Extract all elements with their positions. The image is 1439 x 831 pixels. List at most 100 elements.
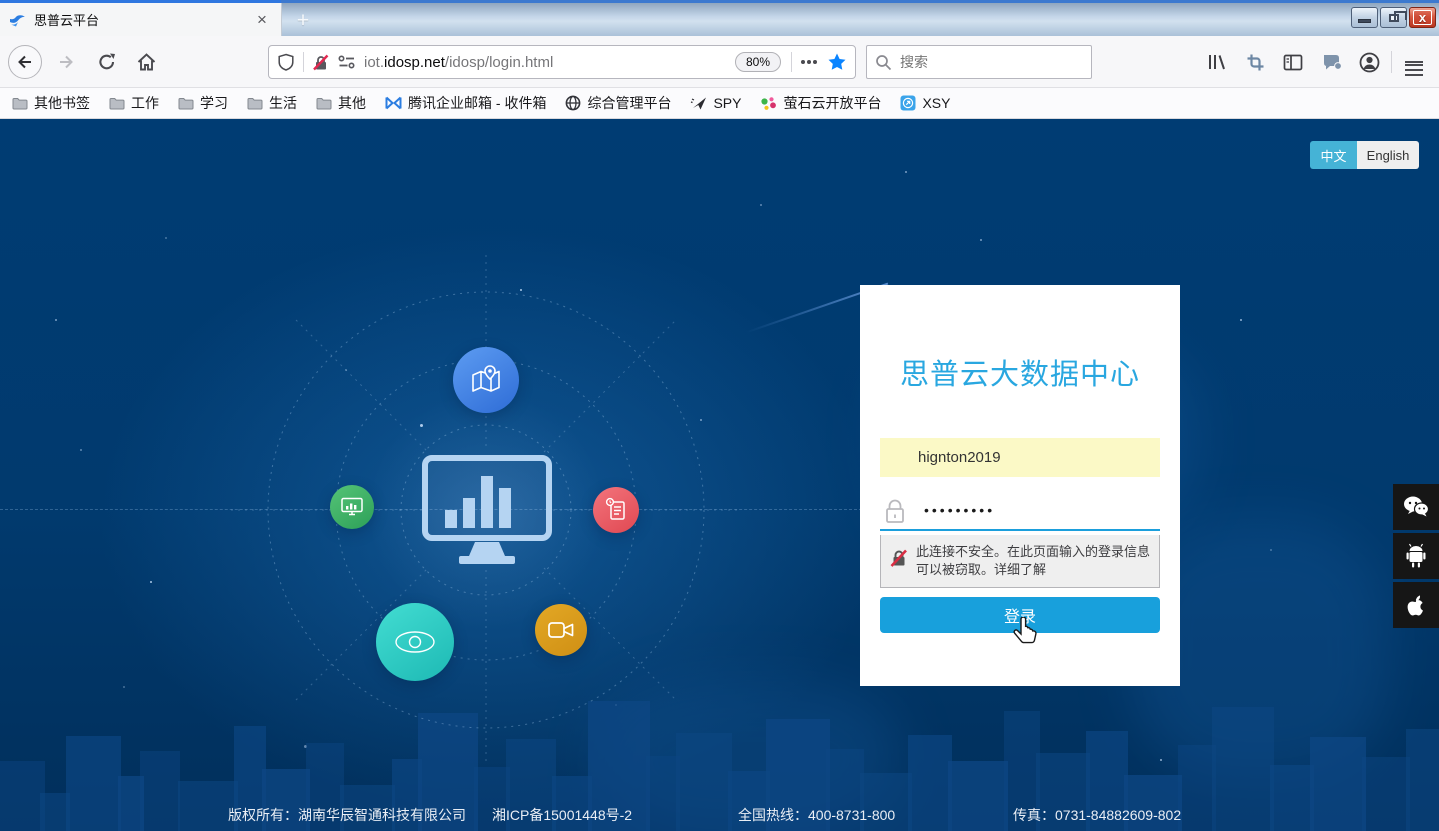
url-bar[interactable]: iot.idosp.net/idosp/login.html 80%: [268, 45, 856, 79]
folder-icon: [316, 97, 332, 110]
warning-text: 此连接不安全。在此页面输入的登录信息可以被窃取。详细了解: [916, 543, 1151, 579]
forward-button[interactable]: [48, 44, 84, 80]
back-button[interactable]: [7, 44, 43, 80]
menu-icon: [1405, 61, 1423, 63]
bookmarks-bar: 其他书签 工作 学习 生活 其他 腾讯企业邮箱 - 收件箱: [0, 88, 1439, 119]
bookmark-exmail[interactable]: 腾讯企业邮箱 - 收件箱: [385, 93, 546, 113]
sidebar-icon: [1283, 54, 1303, 71]
mini-monitor-icon: [340, 496, 364, 518]
globe-icon: [565, 95, 581, 111]
search-bar[interactable]: [866, 45, 1092, 79]
lang-chinese-button[interactable]: 中文: [1310, 141, 1357, 169]
dart-icon: [690, 96, 707, 111]
login-title: 思普云大数据中心: [860, 351, 1180, 393]
url-path: /idosp/login.html: [445, 54, 553, 71]
wechat-icon: [1402, 495, 1430, 519]
tab-active[interactable]: 思普云平台 ×: [0, 3, 282, 36]
minimize-button[interactable]: [1351, 7, 1378, 28]
library-icon: [1207, 53, 1227, 71]
bookmark-label: 腾讯企业邮箱 - 收件箱: [408, 93, 546, 113]
crop-icon: [1246, 53, 1265, 72]
username-input[interactable]: [880, 438, 1160, 477]
footer-fax: 传真：0731-84882609-802: [1013, 805, 1181, 825]
account-button[interactable]: [1350, 44, 1388, 80]
url-domain: idosp.net: [384, 54, 445, 71]
shield-icon[interactable]: [277, 53, 295, 72]
insecure-warning-popup: 此连接不安全。在此页面输入的登录信息可以被窃取。详细了解: [880, 535, 1160, 588]
bookmark-label: 其他: [338, 93, 366, 113]
password-masked-value: •••••••••: [924, 502, 995, 522]
new-tab-button[interactable]: +: [288, 7, 318, 35]
restore-button[interactable]: [1380, 7, 1407, 28]
menu-button[interactable]: [1395, 44, 1433, 80]
copyright-text: 版权所有：湖南华辰智通科技有限公司: [228, 807, 466, 823]
bookmark-folder-other-bookmarks[interactable]: 其他书签: [12, 93, 90, 113]
bookmark-management-platform[interactable]: 综合管理平台: [565, 93, 671, 113]
chat-bubble-icon: [1321, 53, 1342, 71]
android-icon: [1404, 542, 1428, 570]
lang-english-button[interactable]: English: [1357, 141, 1419, 169]
forward-icon: [56, 52, 76, 72]
bookmark-star-icon[interactable]: [827, 52, 847, 72]
search-input[interactable]: [900, 54, 1060, 70]
page-actions-icon[interactable]: [800, 59, 818, 65]
bookmark-xsy[interactable]: XSY: [900, 95, 950, 111]
apple-icon: [1404, 591, 1428, 619]
monitoring-node: [376, 603, 454, 681]
bookmark-label: 工作: [131, 93, 159, 113]
map-pin-icon: [469, 363, 503, 397]
apple-link[interactable]: [1393, 582, 1439, 628]
chat-extension-button[interactable]: [1312, 44, 1350, 80]
minimize-icon: [1358, 19, 1371, 23]
password-field[interactable]: •••••••••: [880, 495, 1160, 531]
exmail-icon: [385, 96, 402, 110]
document-icon: [604, 497, 628, 523]
bookmark-label: 综合管理平台: [587, 93, 671, 113]
permissions-icon[interactable]: [337, 54, 356, 70]
footer-copyright: 版权所有：湖南华辰智通科技有限公司 湘ICP备15001448号-2: [228, 805, 632, 825]
url-text[interactable]: iot.idosp.net/idosp/login.html: [364, 54, 733, 71]
tab-close-icon[interactable]: ×: [251, 9, 273, 31]
search-icon: [875, 54, 892, 71]
browser-window: 思普云平台 × + x: [0, 0, 1439, 831]
bookmark-label: 萤石云开放平台: [783, 93, 881, 113]
app-download-links: [1393, 484, 1439, 631]
home-button[interactable]: [128, 44, 164, 80]
folder-icon: [109, 97, 125, 110]
sidebars-button[interactable]: [1274, 44, 1312, 80]
eye-icon: [393, 629, 437, 655]
nav-toolbar: iot.idosp.net/idosp/login.html 80%: [0, 36, 1439, 88]
bookmark-spy[interactable]: SPY: [690, 95, 741, 111]
library-button[interactable]: [1198, 44, 1236, 80]
bookmark-ezviz[interactable]: 萤石云开放平台: [760, 93, 881, 113]
close-window-button[interactable]: x: [1409, 7, 1436, 28]
icp-number: 湘ICP备15001448号-2: [492, 807, 632, 823]
bookmark-label: 其他书签: [34, 93, 90, 113]
tab-title: 思普云平台: [34, 10, 251, 29]
login-card: 思普云大数据中心 ••••••••• 此连接不安全。在此页面输入的登录信息可以被…: [860, 285, 1180, 686]
folder-icon: [12, 97, 28, 110]
zoom-level-badge[interactable]: 80%: [735, 52, 781, 72]
reload-button[interactable]: [89, 44, 125, 80]
restore-icon: [1389, 14, 1399, 22]
learn-more-link[interactable]: 详细了解: [994, 562, 1046, 577]
ezviz-icon: [760, 96, 777, 111]
bookmark-folder-misc[interactable]: 其他: [316, 93, 366, 113]
bookmark-label: 生活: [269, 93, 297, 113]
folder-icon: [247, 97, 263, 110]
bookmark-label: 学习: [200, 93, 228, 113]
monitor-node: [330, 485, 374, 529]
video-camera-icon: [547, 620, 575, 640]
android-link[interactable]: [1393, 533, 1439, 579]
toolbar-separator: [1391, 51, 1392, 73]
insecure-lock-icon[interactable]: [312, 54, 330, 71]
insecure-lock-warning-icon: [889, 548, 909, 568]
bookmark-folder-work[interactable]: 工作: [109, 93, 159, 113]
report-node: [593, 487, 639, 533]
wechat-link[interactable]: [1393, 484, 1439, 530]
bookmark-folder-study[interactable]: 学习: [178, 93, 228, 113]
screenshot-button[interactable]: [1236, 44, 1274, 80]
bookmark-label: XSY: [922, 95, 950, 111]
lock-icon: [882, 498, 908, 526]
bookmark-folder-life[interactable]: 生活: [247, 93, 297, 113]
